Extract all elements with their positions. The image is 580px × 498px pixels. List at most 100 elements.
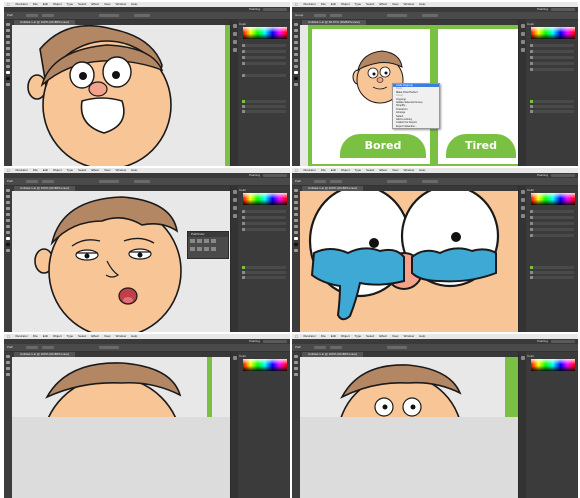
layer-row[interactable]	[242, 276, 286, 279]
pen-tool-icon[interactable]	[6, 367, 10, 370]
color-spectrum[interactable]	[531, 193, 575, 205]
canvas[interactable]	[12, 357, 230, 498]
shape-tool-icon[interactable]	[6, 47, 10, 50]
canvas[interactable]: Bored Tired Undo Ungroup Redo Make Pixel…	[300, 25, 518, 166]
direct-selection-tool-icon[interactable]	[294, 29, 298, 32]
merge-icon[interactable]	[204, 247, 209, 251]
brush-field[interactable]	[387, 14, 407, 17]
color-spectrum[interactable]	[243, 27, 287, 39]
opacity-field[interactable]	[422, 180, 438, 183]
layers-panel-icon[interactable]	[520, 214, 525, 218]
artwork-face-crying-zoomed[interactable]	[300, 191, 518, 332]
pen-tool-icon[interactable]	[6, 201, 10, 204]
stroke-field[interactable]	[330, 180, 342, 183]
zoom-tool-icon[interactable]	[294, 249, 298, 252]
gradient-tool-icon[interactable]	[294, 231, 298, 234]
direct-selection-tool-icon[interactable]	[6, 361, 10, 364]
selection-tool-icon[interactable]	[6, 355, 10, 358]
brushes-panel-icon[interactable]	[520, 40, 525, 44]
search-field[interactable]	[263, 174, 287, 177]
panel-row[interactable]	[242, 56, 286, 59]
stroke-field[interactable]	[42, 14, 54, 17]
stroke-swatch-icon[interactable]	[294, 243, 298, 246]
fill-field[interactable]	[314, 180, 326, 183]
panel-row[interactable]	[242, 74, 286, 77]
exclude-icon[interactable]	[211, 239, 216, 243]
panel-row[interactable]	[530, 68, 574, 71]
panel-row[interactable]	[530, 216, 574, 219]
zoom-tool-icon[interactable]	[6, 249, 10, 252]
stroke-field[interactable]	[42, 346, 54, 349]
rotate-tool-icon[interactable]	[6, 225, 10, 228]
brush-tool-icon[interactable]	[294, 219, 298, 222]
pen-tool-icon[interactable]	[294, 367, 298, 370]
type-tool-icon[interactable]	[294, 207, 298, 210]
selection-tool-icon[interactable]	[294, 355, 298, 358]
stroke-field[interactable]	[330, 346, 342, 349]
color-spectrum[interactable]	[243, 193, 287, 205]
panel-row[interactable]	[242, 50, 286, 53]
type-tool-icon[interactable]	[6, 207, 10, 210]
panel-row[interactable]	[242, 210, 286, 213]
panel-row[interactable]	[530, 210, 574, 213]
shape-tool-icon[interactable]	[294, 47, 298, 50]
layer-row[interactable]	[530, 266, 574, 269]
rotate-tool-icon[interactable]	[6, 59, 10, 62]
layer-row[interactable]	[530, 100, 574, 103]
opacity-field[interactable]	[422, 14, 438, 17]
canvas[interactable]	[12, 25, 230, 166]
type-tool-icon[interactable]	[6, 41, 10, 44]
fill-field[interactable]	[26, 346, 38, 349]
shape-tool-icon[interactable]	[294, 213, 298, 216]
layer-row[interactable]	[530, 105, 574, 108]
selection-tool-icon[interactable]	[6, 23, 10, 26]
brush-field[interactable]	[99, 14, 119, 17]
panel-row[interactable]	[242, 62, 286, 65]
layer-row[interactable]	[242, 105, 286, 108]
gradient-tool-icon[interactable]	[6, 65, 10, 68]
selection-tool-icon[interactable]	[294, 23, 298, 26]
rotate-tool-icon[interactable]	[294, 59, 298, 62]
panel-row[interactable]	[530, 228, 574, 231]
type-tool-icon[interactable]	[294, 41, 298, 44]
swatches-panel-icon[interactable]	[520, 198, 525, 202]
canvas[interactable]	[300, 191, 518, 332]
layer-row[interactable]	[242, 100, 286, 103]
fill-field[interactable]	[26, 180, 38, 183]
brushes-panel-icon[interactable]	[232, 206, 237, 210]
brush-tool-icon[interactable]	[294, 53, 298, 56]
swatches-panel-icon[interactable]	[232, 32, 237, 36]
selection-tool-icon[interactable]	[6, 189, 10, 192]
type-tool-icon[interactable]	[6, 373, 10, 376]
pen-tool-icon[interactable]	[6, 35, 10, 38]
swatches-panel-icon[interactable]	[232, 198, 237, 202]
layers-panel-icon[interactable]	[232, 48, 237, 52]
fill-swatch-icon[interactable]	[294, 237, 298, 240]
brush-field[interactable]	[387, 180, 407, 183]
direct-selection-tool-icon[interactable]	[294, 361, 298, 364]
fill-swatch-icon[interactable]	[6, 237, 10, 240]
panel-row[interactable]	[530, 62, 574, 65]
gradient-tool-icon[interactable]	[6, 231, 10, 234]
brushes-panel-icon[interactable]	[520, 206, 525, 210]
layer-row[interactable]	[530, 276, 574, 279]
layer-row[interactable]	[242, 271, 286, 274]
panel-row[interactable]	[530, 234, 574, 237]
color-panel-icon[interactable]	[520, 24, 525, 28]
search-field[interactable]	[263, 340, 287, 343]
stroke-field[interactable]	[330, 14, 342, 17]
swatches-panel-icon[interactable]	[520, 32, 525, 36]
search-field[interactable]	[551, 340, 575, 343]
zoom-tool-icon[interactable]	[294, 83, 298, 86]
color-spectrum[interactable]	[531, 359, 575, 371]
opacity-field[interactable]	[134, 180, 150, 183]
trim-icon[interactable]	[197, 247, 202, 251]
brush-field[interactable]	[99, 180, 119, 183]
rotate-tool-icon[interactable]	[294, 225, 298, 228]
panel-row[interactable]	[242, 44, 286, 47]
color-panel-icon[interactable]	[520, 190, 525, 194]
panel-row[interactable]	[242, 222, 286, 225]
panel-row[interactable]	[530, 222, 574, 225]
brush-tool-icon[interactable]	[6, 219, 10, 222]
opacity-field[interactable]	[134, 14, 150, 17]
